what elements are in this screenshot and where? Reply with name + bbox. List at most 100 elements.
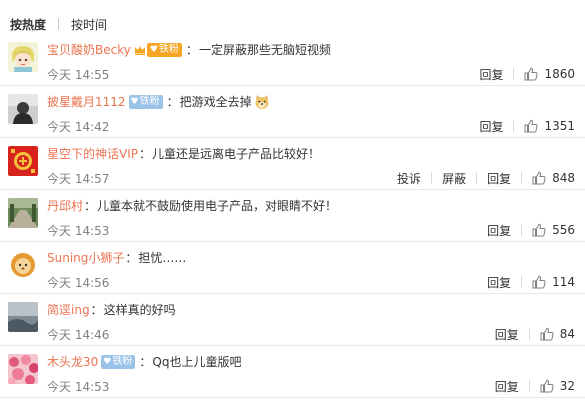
reply-button[interactable]: 回复 [487, 170, 511, 187]
crown-icon [134, 46, 145, 55]
like-count: 32 [559, 379, 575, 393]
comment-actions: 投诉 屏蔽 回复 848 [397, 170, 575, 186]
comment-time: 今天 14:55 [47, 68, 110, 82]
vip-badge[interactable]: ♥ 铁粉 [134, 43, 182, 57]
sort-tabs: 按热度 按时间 [8, 14, 109, 34]
comment-actions: 回复 1860 [479, 66, 575, 82]
divider [521, 172, 523, 184]
comment-text: Qq也上儿童版吧 [152, 355, 242, 369]
like-count: 1351 [544, 119, 575, 133]
avatar[interactable] [8, 250, 38, 280]
comment-line: 星空下的神话VIP ： 儿童还是远离电子产品比较好！ [47, 146, 321, 162]
thumb-up-icon [532, 275, 546, 289]
username[interactable]: 木头龙30 [47, 354, 98, 370]
reply-button[interactable]: 回复 [487, 274, 511, 291]
like-count: 556 [552, 223, 575, 237]
comments-panel: 按热度 按时间 宝贝酸奶Becky ♥ 铁粉 ： 一定屏蔽那些无脑短视频 今天 … [0, 0, 585, 412]
comment-item: 木头龙30 ♥ 铁粉 ： Qq也上儿童版吧 今天 14:53 回复 32 [0, 346, 585, 398]
like-button[interactable]: 32 [540, 379, 575, 393]
heart-icon: ♥ [130, 97, 139, 107]
divider [431, 172, 433, 184]
like-count: 114 [552, 275, 575, 289]
avatar[interactable] [8, 354, 38, 384]
like-button[interactable]: 114 [532, 275, 575, 289]
divider [476, 172, 478, 184]
comment-time: 今天 14:53 [47, 224, 110, 238]
like-button[interactable]: 1860 [524, 67, 575, 81]
thumb-up-icon [524, 119, 538, 133]
divider [58, 18, 60, 30]
comment-time: 今天 14:42 [47, 120, 110, 134]
comment-item: 简逕ing ： 这样真的好吗 今天 14:46 回复 84 [0, 294, 585, 346]
comment-list: 宝贝酸奶Becky ♥ 铁粉 ： 一定屏蔽那些无脑短视频 今天 14:55 回复 … [0, 34, 585, 398]
avatar[interactable] [8, 302, 38, 332]
comment-item: 披星戴月1112 ♥ 铁粉 ： 把游戏全去掉 今天 14:42 回复 1351 [0, 86, 585, 138]
comment-text: 儿童本就不鼓励使用电子产品，对眼睛不好！ [97, 199, 338, 213]
username[interactable]: 丹邱村 [47, 198, 83, 214]
comment-time: 今天 14:53 [47, 380, 110, 394]
comment-text: 一定屏蔽那些无脑短视频 [198, 43, 331, 57]
like-button[interactable]: 848 [532, 171, 575, 185]
badge-label: 铁粉 [158, 44, 179, 55]
thumb-up-icon [540, 327, 554, 341]
comment-text: 把游戏全去掉 [179, 95, 252, 109]
badge-label: 铁粉 [139, 96, 160, 107]
like-button[interactable]: 556 [532, 223, 575, 237]
sort-by-time-tab[interactable]: 按时间 [69, 16, 109, 33]
heart-icon: ♥ [103, 357, 112, 367]
like-button[interactable]: 1351 [524, 119, 575, 133]
comment-line: Suning小狮子 ： 担忧…… [47, 250, 187, 266]
thumb-up-icon [532, 223, 546, 237]
block-button[interactable]: 屏蔽 [442, 170, 466, 187]
thumb-up-icon [524, 67, 538, 81]
divider [513, 68, 515, 80]
reply-button[interactable]: 回复 [495, 326, 519, 343]
like-count: 848 [552, 171, 575, 185]
divider [521, 276, 523, 288]
avatar[interactable] [8, 198, 38, 228]
report-button[interactable]: 投诉 [397, 170, 421, 187]
comment-actions: 回复 32 [495, 378, 575, 394]
fan-badge[interactable]: ♥ 铁粉 [128, 95, 163, 109]
comment-line: 简逕ing ： 这样真的好吗 [47, 302, 176, 318]
divider [513, 120, 515, 132]
comment-item: 宝贝酸奶Becky ♥ 铁粉 ： 一定屏蔽那些无脑短视频 今天 14:55 回复 … [0, 34, 585, 86]
username[interactable]: 宝贝酸奶Becky [47, 42, 131, 58]
comment-actions: 回复 114 [487, 274, 575, 290]
reply-button[interactable]: 回复 [495, 378, 519, 395]
thumb-up-icon [540, 379, 554, 393]
like-count: 84 [559, 327, 575, 341]
divider [521, 224, 523, 236]
comment-actions: 回复 1351 [479, 118, 575, 134]
comment-item: 星空下的神话VIP ： 儿童还是远离电子产品比较好！ 今天 14:57 投诉 屏… [0, 138, 585, 190]
heart-icon: ♥ [149, 45, 158, 55]
avatar[interactable] [8, 94, 38, 124]
comment-time: 今天 14:56 [47, 276, 110, 290]
comment-actions: 回复 84 [495, 326, 575, 342]
sort-by-hot-tab[interactable]: 按热度 [8, 16, 48, 33]
comment-line: 丹邱村 ： 儿童本就不鼓励使用电子产品，对眼睛不好！ [47, 198, 338, 214]
username[interactable]: 披星戴月1112 [47, 94, 126, 110]
divider [528, 380, 530, 392]
comment-item: Suning小狮子 ： 担忧…… 今天 14:56 回复 114 [0, 242, 585, 294]
username[interactable]: 简逕ing [47, 302, 90, 318]
comment-text: 这样真的好吗 [103, 303, 176, 317]
comment-line: 木头龙30 ♥ 铁粉 ： Qq也上儿童版吧 [47, 354, 242, 370]
comment-time: 今天 14:57 [47, 172, 110, 186]
reply-button[interactable]: 回复 [479, 66, 503, 83]
like-button[interactable]: 84 [540, 327, 575, 341]
like-count: 1860 [544, 67, 575, 81]
comment-text: 担忧…… [138, 251, 187, 265]
thumb-up-icon [532, 171, 546, 185]
comment-line: 宝贝酸奶Becky ♥ 铁粉 ： 一定屏蔽那些无脑短视频 [47, 42, 331, 58]
reply-button[interactable]: 回复 [487, 222, 511, 239]
avatar[interactable] [8, 42, 38, 72]
reply-button[interactable]: 回复 [479, 118, 503, 135]
comment-line: 披星戴月1112 ♥ 铁粉 ： 把游戏全去掉 [47, 94, 270, 110]
fan-badge[interactable]: ♥ 铁粉 [101, 355, 136, 369]
username[interactable]: 星空下的神话VIP [47, 146, 138, 162]
badge-label: 铁粉 [112, 356, 133, 367]
username[interactable]: Suning小狮子 [47, 250, 124, 266]
avatar[interactable] [8, 146, 38, 176]
divider [528, 328, 530, 340]
